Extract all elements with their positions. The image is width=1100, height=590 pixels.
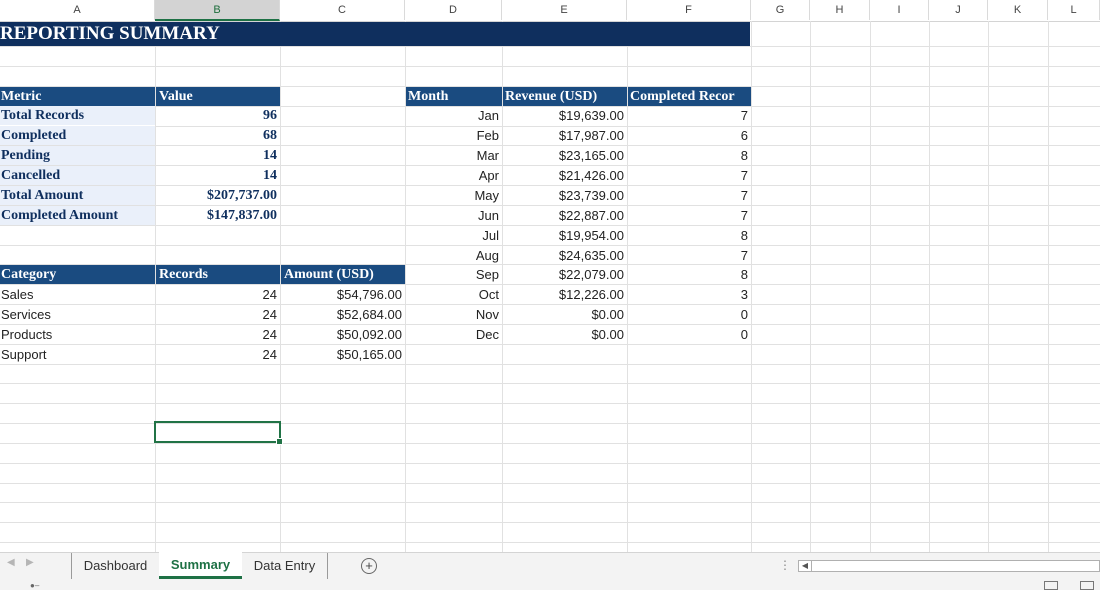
category-records: 24 <box>262 307 277 322</box>
month-revenue: $21,426.00 <box>558 168 624 183</box>
revenue-header: Revenue (USD) <box>503 87 627 106</box>
category-amount: $50,092.00 <box>336 327 402 342</box>
category-amount: $52,684.00 <box>336 307 402 322</box>
month-name: Feb <box>476 128 499 143</box>
column-header-g[interactable]: G <box>751 0 810 20</box>
category-records: 24 <box>262 347 277 362</box>
scroll-tabs-right-icon[interactable]: ▶ <box>26 557 34 568</box>
column-header-b[interactable]: B <box>155 0 280 21</box>
month-name: Jan <box>478 108 499 123</box>
month-name: Apr <box>478 168 499 183</box>
page-layout-view-icon[interactable] <box>1080 581 1094 590</box>
month-completed: 7 <box>740 208 748 223</box>
column-header-h[interactable]: H <box>810 0 870 20</box>
metric-label: Completed <box>0 126 155 145</box>
category-amount: $54,796.00 <box>336 287 402 302</box>
scroll-left-icon[interactable]: ◀ <box>799 561 812 571</box>
value-header: Value <box>156 87 280 106</box>
month-name: Sep <box>475 267 499 282</box>
month-completed: 7 <box>740 188 748 203</box>
metric-header: Metric <box>0 87 155 106</box>
month-completed: 7 <box>740 168 748 183</box>
month-completed: 8 <box>740 148 748 163</box>
column-header-i[interactable]: I <box>870 0 929 20</box>
metric-label: Cancelled <box>0 166 155 185</box>
month-revenue: $0.00 <box>591 307 624 322</box>
month-completed: 3 <box>740 287 748 302</box>
metric-value: $147,837.00 <box>207 208 277 223</box>
normal-view-icon[interactable] <box>1044 581 1058 590</box>
month-revenue: $19,639.00 <box>558 108 624 123</box>
active-cell-selection[interactable] <box>154 421 283 445</box>
category-name: Support <box>1 347 47 362</box>
status-bar: ●– <box>0 579 1100 590</box>
metric-label: Completed Amount <box>0 206 155 225</box>
month-name: Aug <box>475 248 499 263</box>
category-records: 24 <box>262 287 277 302</box>
metric-value: 14 <box>263 148 277 163</box>
macro-record-icon[interactable]: ●– <box>30 582 40 590</box>
column-header-e[interactable]: E <box>502 0 627 20</box>
month-revenue: $24,635.00 <box>558 248 624 263</box>
metric-value: $207,737.00 <box>207 188 277 203</box>
month-completed: 7 <box>740 108 748 123</box>
month-completed: 6 <box>740 128 748 143</box>
cell-grid[interactable]: REPORTING SUMMARY Metric Value Total Rec… <box>0 21 1100 552</box>
metric-label: Total Amount <box>0 186 155 205</box>
tab-dashboard[interactable]: Dashboard <box>71 553 159 579</box>
column-header-c[interactable]: C <box>280 0 405 20</box>
add-sheet-icon[interactable]: + <box>361 558 377 574</box>
category-name: Sales <box>1 287 34 302</box>
month-name: Nov <box>475 307 499 322</box>
column-header-k[interactable]: K <box>988 0 1048 20</box>
records-header: Records <box>156 265 280 284</box>
column-header-bar: A B C D E F G H I J K L <box>0 0 1100 22</box>
metric-value: 96 <box>263 108 277 123</box>
metric-value: 68 <box>263 128 277 143</box>
month-revenue: $22,079.00 <box>558 267 624 282</box>
month-revenue: $22,887.00 <box>558 208 624 223</box>
month-revenue: $23,739.00 <box>558 188 624 203</box>
month-revenue: $19,954.00 <box>558 228 624 243</box>
sheet-tab-bar: ◀ ▶ Dashboard Summary Data Entry + ⋮ ◀ <box>0 552 1100 580</box>
month-name: May <box>474 188 499 203</box>
month-revenue: $17,987.00 <box>558 128 624 143</box>
month-name: Oct <box>478 287 499 302</box>
completed-records-header: Completed Recor <box>628 87 751 106</box>
amount-header: Amount (USD) <box>281 265 405 284</box>
month-header: Month <box>406 87 502 106</box>
month-name: Jun <box>478 208 499 223</box>
month-completed: 8 <box>740 228 748 243</box>
month-name: Jul <box>482 228 499 243</box>
category-records: 24 <box>262 327 277 342</box>
month-name: Dec <box>475 327 499 342</box>
column-header-l[interactable]: L <box>1048 0 1100 20</box>
column-header-d[interactable]: D <box>405 0 502 20</box>
category-name: Products <box>1 327 53 342</box>
column-header-f[interactable]: F <box>627 0 751 20</box>
month-revenue: $23,165.00 <box>558 148 624 163</box>
tab-summary[interactable]: Summary <box>159 552 242 579</box>
tab-data-entry[interactable]: Data Entry <box>242 553 328 579</box>
month-revenue: $0.00 <box>591 327 624 342</box>
metric-value: 14 <box>263 168 277 183</box>
horizontal-scrollbar[interactable]: ◀ <box>798 560 1100 572</box>
month-completed: 0 <box>740 327 748 342</box>
scroll-tabs-left-icon[interactable]: ◀ <box>7 557 15 568</box>
metric-label: Total Records <box>0 106 155 125</box>
month-name: Mar <box>476 148 499 163</box>
column-header-a[interactable]: A <box>0 0 155 20</box>
fill-handle[interactable] <box>276 438 283 445</box>
metric-label: Pending <box>0 146 155 165</box>
column-header-j[interactable]: J <box>929 0 988 20</box>
month-completed: 7 <box>740 248 748 263</box>
month-completed: 0 <box>740 307 748 322</box>
category-amount: $50,165.00 <box>336 347 402 362</box>
category-name: Services <box>1 307 51 322</box>
split-handle-icon[interactable]: ⋮ <box>779 558 791 572</box>
month-completed: 8 <box>740 267 748 282</box>
report-title: REPORTING SUMMARY <box>0 22 750 46</box>
month-revenue: $12,226.00 <box>558 287 624 302</box>
category-header: Category <box>0 265 155 284</box>
